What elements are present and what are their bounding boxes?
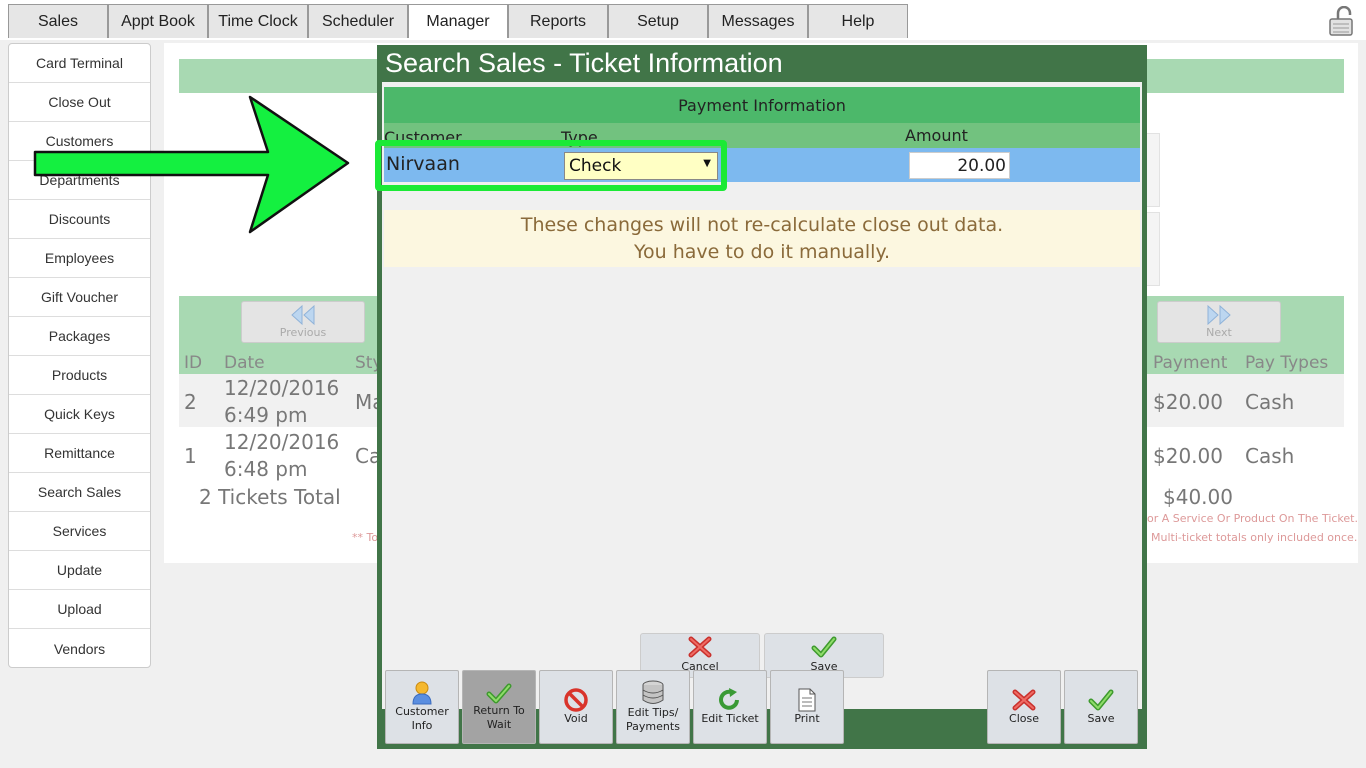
column-header-payment: Payment <box>1153 353 1228 373</box>
footnote-left: ** To <box>352 531 379 544</box>
tickets-total-value: $40.00 <box>1163 485 1233 509</box>
footnote-right-1: or A Service Or Product On The Ticket. <box>1147 512 1358 525</box>
tab-help[interactable]: Help <box>808 4 908 38</box>
save-ticket-label: Save <box>1087 712 1115 725</box>
customer-info-label-2: Info <box>411 719 433 732</box>
refresh-icon <box>719 688 739 710</box>
column-header-date: Date <box>224 353 265 373</box>
filter-box <box>1146 212 1160 286</box>
return-to-wait-label-1: Return To <box>473 704 525 717</box>
red-x-icon <box>1012 689 1036 711</box>
customer-info-button[interactable]: Customer Info <box>385 670 459 744</box>
green-check-icon <box>486 683 512 704</box>
void-button[interactable]: Void <box>539 670 613 744</box>
tab-appt-book[interactable]: Appt Book <box>108 4 208 38</box>
warning-line-1: These changes will not re-calculate clos… <box>520 214 1004 236</box>
row-date: 12/20/2016 <box>224 430 340 454</box>
row-id: 1 <box>184 444 197 468</box>
edit-tips-payments-button[interactable]: Edit Tips/ Payments <box>616 670 690 744</box>
edit-ticket-button[interactable]: Edit Ticket <box>693 670 767 744</box>
sidebar-item-quick-keys[interactable]: Quick Keys <box>9 395 150 434</box>
tickets-total-label: 2 Tickets Total <box>199 485 341 509</box>
previous-label: Previous <box>279 326 327 339</box>
lock-icon[interactable] <box>1328 6 1356 36</box>
row-payment: $20.00 <box>1153 390 1223 414</box>
row-time: 6:48 pm <box>224 457 308 481</box>
sidebar-item-remittance[interactable]: Remittance <box>9 434 150 473</box>
document-icon <box>798 688 816 712</box>
tab-sales[interactable]: Sales <box>8 4 108 38</box>
column-header-amount: Amount <box>905 126 968 145</box>
row-id: 2 <box>184 390 197 414</box>
tab-messages[interactable]: Messages <box>708 4 808 38</box>
filter-box <box>1146 133 1160 207</box>
footnote-right-2: Multi-ticket totals only included once. <box>1151 531 1358 544</box>
tab-setup[interactable]: Setup <box>608 4 708 38</box>
sidebar-item-packages[interactable]: Packages <box>9 317 150 356</box>
tab-scheduler[interactable]: Scheduler <box>308 4 408 38</box>
next-button[interactable]: Next <box>1157 301 1281 343</box>
row-time: 6:49 pm <box>224 403 308 427</box>
sidebar-item-update[interactable]: Update <box>9 551 150 590</box>
next-label: Next <box>1206 326 1232 339</box>
green-check-icon <box>811 636 837 658</box>
payment-amount-input[interactable]: 20.00 <box>909 152 1010 179</box>
row-date: 12/20/2016 <box>224 376 340 400</box>
tab-reports[interactable]: Reports <box>508 4 608 38</box>
top-nav: Sales Appt Book Time Clock Scheduler Man… <box>0 0 1366 40</box>
double-left-arrow-icon <box>291 304 315 326</box>
pointer-arrow-icon <box>33 95 350 234</box>
edit-ticket-label: Edit Ticket <box>701 712 759 725</box>
column-header-id: ID <box>184 353 203 373</box>
previous-button[interactable]: Previous <box>241 301 365 343</box>
sidebar-item-card-terminal[interactable]: Card Terminal <box>9 44 150 83</box>
prohibited-icon <box>564 688 588 712</box>
return-to-wait-button[interactable]: Return To Wait <box>462 670 536 744</box>
print-label: Print <box>794 712 820 725</box>
sidebar-item-upload[interactable]: Upload <box>9 590 150 629</box>
dialog-title: Search Sales - Ticket Information <box>385 48 783 78</box>
sidebar-item-services[interactable]: Services <box>9 512 150 551</box>
tab-manager[interactable]: Manager <box>408 4 508 38</box>
row-payment: $20.00 <box>1153 444 1223 468</box>
sidebar-item-products[interactable]: Products <box>9 356 150 395</box>
double-right-arrow-icon <box>1207 304 1231 326</box>
customer-info-label-1: Customer <box>395 705 449 718</box>
close-button[interactable]: Close <box>987 670 1061 744</box>
row-pay-type: Cash <box>1245 390 1295 414</box>
save-ticket-button[interactable]: Save <box>1064 670 1138 744</box>
void-label: Void <box>564 712 588 725</box>
payment-information-header: Payment Information <box>384 87 1140 123</box>
tab-time-clock[interactable]: Time Clock <box>208 4 308 38</box>
warning-line-2: You have to do it manually. <box>633 241 891 263</box>
sidebar-item-vendors[interactable]: Vendors <box>9 629 150 668</box>
edit-tips-label-1: Edit Tips/ <box>627 706 679 719</box>
green-check-icon <box>1088 689 1114 711</box>
column-header-pay-types: Pay Types <box>1245 353 1329 373</box>
print-button[interactable]: Print <box>770 670 844 744</box>
person-icon <box>412 681 432 705</box>
red-x-icon <box>688 636 712 658</box>
sidebar-item-search-sales[interactable]: Search Sales <box>9 473 150 512</box>
sidebar-item-gift-voucher[interactable]: Gift Voucher <box>9 278 150 317</box>
return-to-wait-label-2: Wait <box>486 718 512 731</box>
row-pay-type: Cash <box>1245 444 1295 468</box>
highlight-box <box>375 140 727 191</box>
edit-tips-label-2: Payments <box>626 720 680 733</box>
sidebar-item-employees[interactable]: Employees <box>9 239 150 278</box>
database-icon <box>642 680 664 704</box>
recalculate-warning: These changes will not re-calculate clos… <box>384 210 1140 267</box>
close-label: Close <box>1009 712 1039 725</box>
